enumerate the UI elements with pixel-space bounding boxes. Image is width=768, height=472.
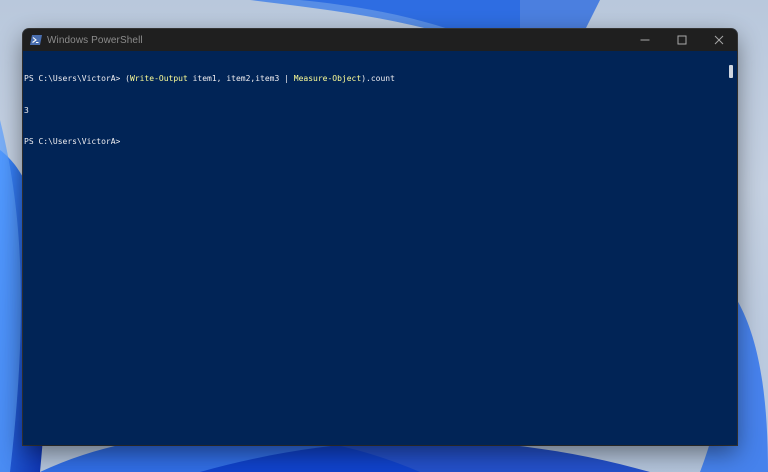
title-bar[interactable]: Windows PowerShell: [23, 29, 737, 51]
console-line: PS C:\Users\VictorA> (Write-Output item1…: [24, 74, 725, 85]
maximize-button[interactable]: [663, 29, 700, 51]
cmdlet-measure-object: Measure-Object: [293, 74, 362, 83]
close-button[interactable]: [700, 29, 737, 51]
minimize-button[interactable]: [626, 29, 663, 51]
window-controls: [626, 29, 737, 51]
minimize-icon: [640, 39, 649, 41]
scrollbar-thumb[interactable]: [729, 65, 733, 78]
console-output[interactable]: PS C:\Users\VictorA> (Write-Output item1…: [23, 51, 725, 445]
prompt: PS C:\Users\VictorA>: [24, 137, 121, 146]
maximize-icon: [677, 35, 686, 45]
command-output: 3: [24, 105, 29, 115]
cmdlet-write-output: Write-Output: [129, 74, 188, 83]
powershell-window[interactable]: Windows PowerShell PS C:\Users\VictorA>: [23, 29, 737, 445]
command-args: item1, item2,item3 |: [187, 74, 294, 83]
close-icon: [714, 35, 723, 45]
prompt: PS C:\Users\VictorA>: [24, 74, 126, 83]
command-tail: ).count: [361, 74, 395, 83]
console-line: PS C:\Users\VictorA>: [24, 137, 725, 148]
console-line: 3: [24, 106, 725, 117]
powershell-icon: [30, 35, 42, 45]
vertical-scrollbar[interactable]: [725, 51, 737, 445]
window-title: Windows PowerShell: [47, 34, 143, 46]
